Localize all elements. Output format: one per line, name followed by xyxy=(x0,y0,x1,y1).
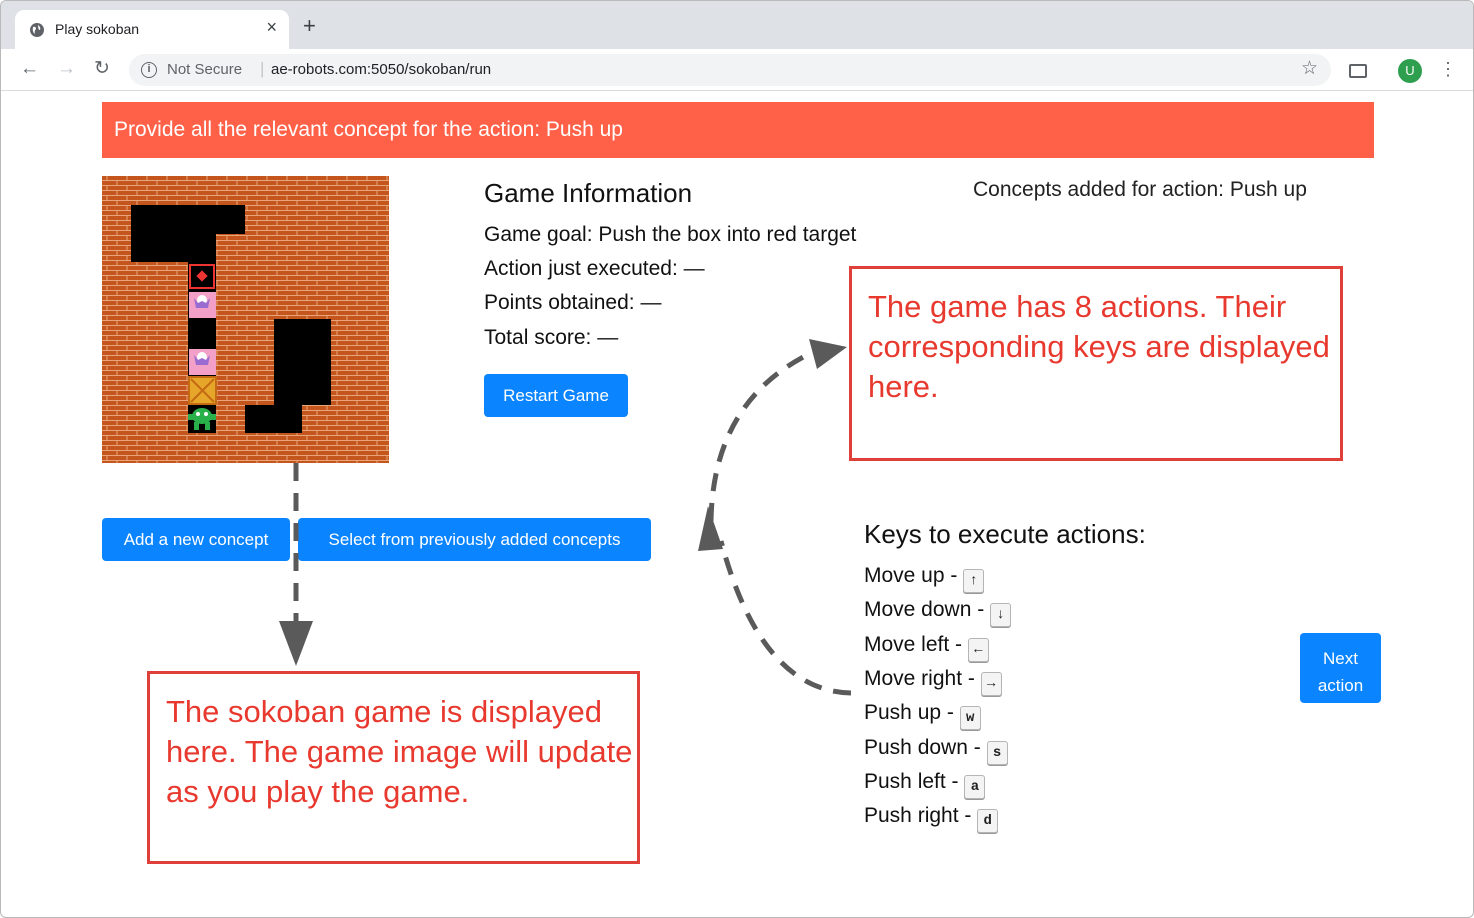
keys-arrow-upper xyxy=(708,350,813,522)
keys-arrow-head-right xyxy=(809,339,847,369)
game-arrow-head xyxy=(279,621,313,666)
browser-window: Play sokoban × + ← → ↻ i Not Secure | ae… xyxy=(0,0,1474,918)
keys-arrow-lower xyxy=(718,540,852,696)
annotation-arrows xyxy=(279,339,852,696)
